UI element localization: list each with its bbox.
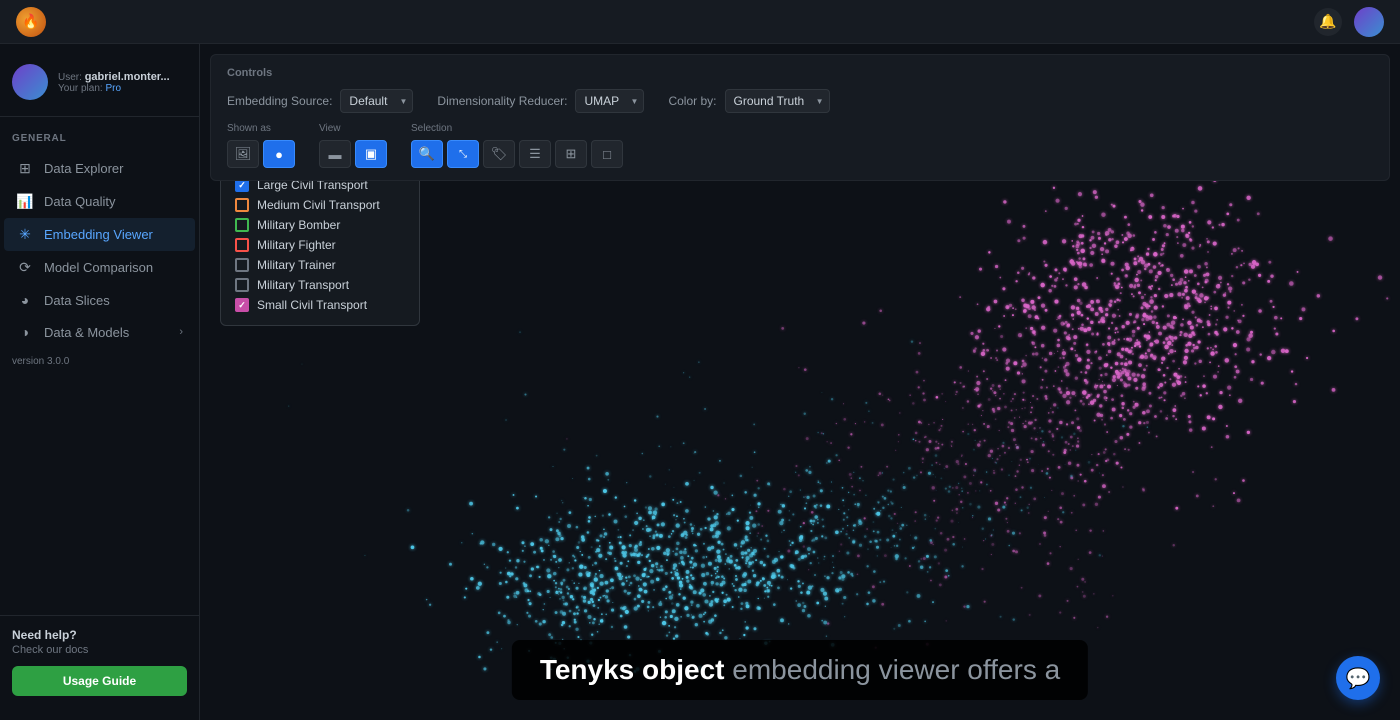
embedding-source-group: Embedding Source: Default (227, 89, 413, 113)
view-group: View ▬ ▣ (319, 123, 387, 168)
selection-list-btn[interactable]: ☰ (519, 140, 551, 168)
sidebar: User: gabriel.monter... Your plan: Pro G… (0, 44, 200, 720)
legend-item-small-civil-transport[interactable]: ✓ Small Civil Transport (235, 295, 405, 315)
shown-as-dot-btn[interactable]: ● (263, 140, 295, 168)
notification-icon[interactable]: 🔔 (1314, 8, 1342, 36)
color-by-select[interactable]: Ground Truth (725, 89, 830, 113)
selection-zoom-btn[interactable]: 🔍 (411, 140, 443, 168)
dimensionality-reducer-group: Dimensionality Reducer: UMAP (437, 89, 644, 113)
topbar-right: 🔔 (1314, 7, 1384, 37)
sidebar-item-data-models[interactable]: ◑ Data & Models › (4, 316, 195, 348)
version-label: version 3.0.0 (0, 348, 199, 375)
embedding-source-label: Embedding Source: (227, 94, 332, 108)
user-section: User: gabriel.monter... Your plan: Pro (0, 56, 199, 117)
data-models-icon: ◑ (16, 324, 34, 340)
help-subtitle: Check our docs (12, 644, 187, 656)
embedding-source-select[interactable]: Default (340, 89, 413, 113)
sidebar-item-embedding-viewer[interactable]: ✳ Embedding Viewer (4, 218, 195, 251)
chat-fab[interactable]: 💬 (1336, 656, 1380, 700)
user-plan: Your plan: Pro (58, 83, 170, 94)
selection-table-btn[interactable]: ⊞ (555, 140, 587, 168)
sidebar-item-model-comparison[interactable]: ⟳ Model Comparison (4, 251, 195, 284)
sidebar-item-data-slices[interactable]: ◕ Data Slices (4, 284, 195, 316)
selection-label: Selection (411, 123, 623, 134)
avatar (12, 64, 48, 100)
data-quality-icon: 📊 (16, 193, 34, 210)
legend-checkbox-medium-civil[interactable] (235, 198, 249, 212)
controls-row-2: Shown as 🖼 ● View ▬ ▣ Selection (227, 123, 1373, 168)
controls-row-1: Embedding Source: Default Dimensionality… (227, 89, 1373, 113)
help-title: Need help? (12, 628, 187, 642)
color-by-group: Color by: Ground Truth (668, 89, 829, 113)
viz-area: ✓ Large Civil Transport Medium Civil Tra… (200, 154, 1400, 720)
dim-reducer-label: Dimensionality Reducer: (437, 94, 567, 108)
legend: ✓ Large Civil Transport Medium Civil Tra… (220, 164, 420, 326)
embedding-source-select-wrapper[interactable]: Default (340, 89, 413, 113)
sidebar-item-data-quality[interactable]: 📊 Data Quality (4, 185, 195, 218)
legend-item-military-fighter[interactable]: Military Fighter (235, 235, 405, 255)
model-comparison-icon: ⟳ (16, 259, 34, 276)
legend-checkbox-military-fighter[interactable] (235, 238, 249, 252)
user-label: User: gabriel.monter... (58, 71, 170, 83)
legend-checkbox-military-trainer[interactable] (235, 258, 249, 272)
user-info: User: gabriel.monter... Your plan: Pro (58, 71, 170, 94)
user-avatar-topbar[interactable] (1354, 7, 1384, 37)
legend-checkbox-small-civil[interactable]: ✓ (235, 298, 249, 312)
main-content: Controls Embedding Source: Default Dimen… (200, 44, 1400, 720)
color-by-label: Color by: (668, 94, 716, 108)
legend-checkbox-military-transport[interactable] (235, 278, 249, 292)
data-slices-icon: ◕ (16, 292, 34, 308)
shown-as-label: Shown as (227, 123, 295, 134)
selection-lasso-btn[interactable]: ⤡ (447, 140, 479, 168)
controls-panel: Controls Embedding Source: Default Dimen… (210, 54, 1390, 181)
topbar: 🔥 🔔 (0, 0, 1400, 44)
dim-reducer-select-wrapper[interactable]: UMAP (575, 89, 644, 113)
view-label: View (319, 123, 387, 134)
view-grid-btn[interactable]: ▬ (319, 140, 351, 168)
view-buttons: ▬ ▣ (319, 140, 387, 168)
subtitle-text: Tenyks object embedding viewer offers a (540, 654, 1060, 685)
main-layout: User: gabriel.monter... Your plan: Pro G… (0, 44, 1400, 720)
sidebar-item-data-explorer[interactable]: ⊞ Data Explorer (4, 152, 195, 185)
legend-item-military-bomber[interactable]: Military Bomber (235, 215, 405, 235)
selection-group: Selection 🔍 ⤡ 🏷 ☰ ⊞ □ (411, 123, 623, 168)
shown-as-group: Shown as 🖼 ● (227, 123, 295, 168)
selection-tag-btn[interactable]: 🏷 (483, 140, 515, 168)
controls-title: Controls (227, 67, 1373, 79)
data-explorer-icon: ⊞ (16, 160, 34, 177)
arrow-icon: › (179, 326, 183, 338)
shown-as-buttons: 🖼 ● (227, 140, 295, 168)
app-logo: 🔥 (16, 7, 46, 37)
sidebar-bottom: Need help? Check our docs Usage Guide (0, 615, 199, 708)
embedding-viewer-icon: ✳ (16, 226, 34, 243)
legend-item-medium-civil-transport[interactable]: Medium Civil Transport (235, 195, 405, 215)
topbar-left: 🔥 (16, 7, 46, 37)
legend-item-military-trainer[interactable]: Military Trainer (235, 255, 405, 275)
selection-buttons: 🔍 ⤡ 🏷 ☰ ⊞ □ (411, 140, 623, 168)
dim-reducer-select[interactable]: UMAP (575, 89, 644, 113)
legend-item-military-transport[interactable]: Military Transport (235, 275, 405, 295)
color-by-select-wrapper[interactable]: Ground Truth (725, 89, 830, 113)
subtitle-bar: Tenyks object embedding viewer offers a (512, 640, 1088, 700)
usage-guide-button[interactable]: Usage Guide (12, 666, 187, 696)
shown-as-image-btn[interactable]: 🖼 (227, 140, 259, 168)
legend-checkbox-military-bomber[interactable] (235, 218, 249, 232)
view-scatter-btn[interactable]: ▣ (355, 140, 387, 168)
selection-rect-btn[interactable]: □ (591, 140, 623, 168)
section-label: GENERAL (0, 129, 199, 152)
